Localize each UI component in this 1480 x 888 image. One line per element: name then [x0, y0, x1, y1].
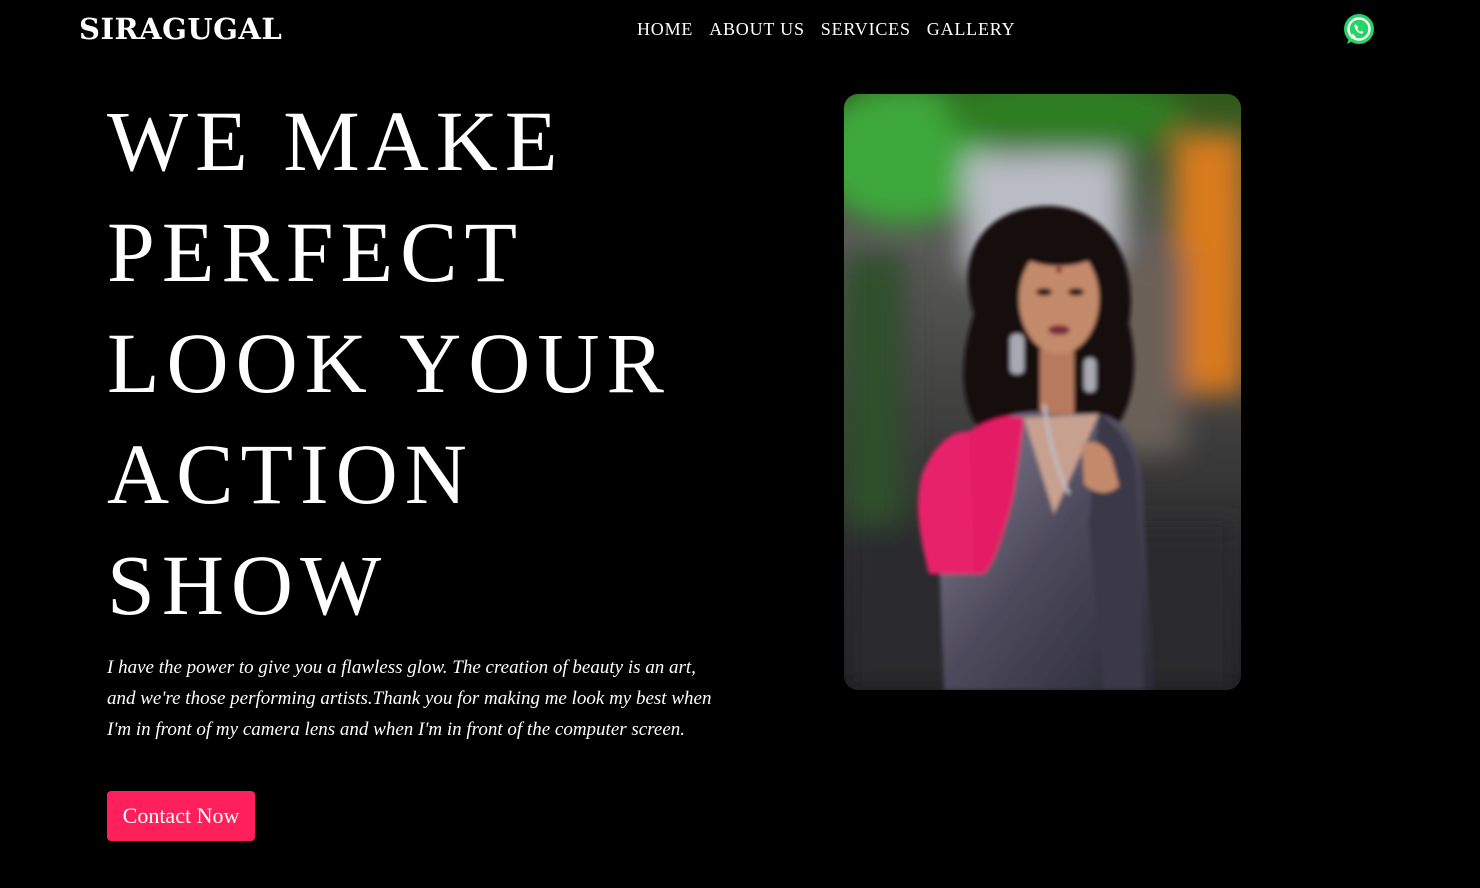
headline-line: WE MAKE [107, 93, 565, 189]
hero-headline: WE MAKE PERFECT LOOK YOUR ACTION SHOW [107, 86, 671, 641]
headline-line: ACTION [107, 426, 474, 522]
contact-now-button[interactable]: Contact Now [107, 791, 255, 841]
nav-services-link[interactable]: SERVICES [821, 19, 911, 40]
model-portrait-illustration [844, 94, 1241, 690]
whatsapp-icon[interactable] [1342, 13, 1376, 47]
nav-home-link[interactable]: HOME [637, 19, 693, 40]
nav-gallery-link[interactable]: GALLERY [927, 19, 1016, 40]
site-logo[interactable]: SIRAGUGAL [79, 12, 282, 46]
hero-description: I have the power to give you a flawless … [107, 657, 712, 740]
main-nav: HOME ABOUT US SERVICES GALLERY [637, 19, 1015, 40]
headline-line: SHOW [107, 537, 389, 633]
headline-line: PERFECT [107, 204, 524, 300]
whatsapp-icon-graphic [1344, 14, 1374, 44]
nav-about-us-link[interactable]: ABOUT US [709, 19, 805, 40]
headline-line: LOOK YOUR [107, 315, 671, 411]
model-portrait-image [844, 94, 1241, 690]
site-header: SIRAGUGAL HOME ABOUT US SERVICES GALLERY [0, 0, 1480, 64]
